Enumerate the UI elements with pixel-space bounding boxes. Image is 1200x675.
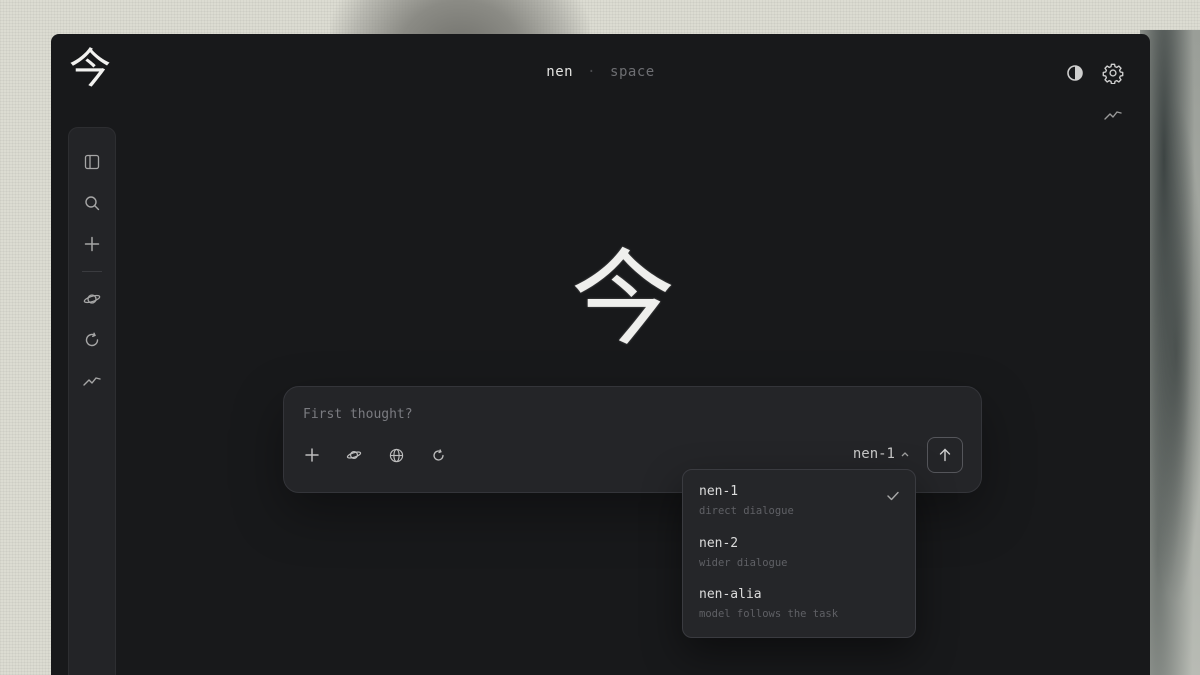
sidebar-toggle-icon[interactable] [78, 148, 106, 176]
model-option-desc: model follows the task [699, 608, 839, 620]
selected-model-label: nen-1 [852, 446, 895, 462]
arrow-up-icon [939, 448, 951, 462]
tab-nen[interactable]: nen [546, 64, 573, 80]
model-option-nen-1[interactable]: nen-1 direct dialogue [699, 484, 899, 536]
sidebar [68, 127, 116, 675]
mode-tabs: nen · space [51, 64, 1150, 80]
top-right-controls [1066, 62, 1124, 84]
check-icon [887, 486, 899, 505]
trend-icon[interactable] [78, 367, 106, 395]
sidebar-divider [82, 271, 102, 272]
hero-logo: 今 [571, 238, 676, 360]
model-option-desc: wider dialogue [699, 556, 788, 569]
model-option-nen-alia[interactable]: nen-alia model follows the task [699, 587, 899, 639]
tab-space[interactable]: space [610, 64, 655, 80]
model-option-nen-2[interactable]: nen-2 wider dialogue [699, 536, 899, 588]
gear-icon[interactable] [1102, 62, 1124, 84]
plus-icon[interactable] [302, 445, 322, 465]
model-selector[interactable]: nen-1 [853, 446, 909, 462]
plus-icon[interactable] [78, 230, 106, 258]
search-icon[interactable] [78, 189, 106, 217]
composer-tools [302, 445, 448, 465]
planet-icon[interactable] [78, 285, 106, 313]
model-option-name: nen-1 [699, 484, 739, 499]
model-option-desc: direct dialogue [699, 505, 794, 517]
model-option-name: nen-alia [699, 587, 762, 602]
model-option-name: nen-2 [699, 535, 739, 551]
model-menu: nen-1 direct dialogue nen-2 wider dialog… [682, 469, 916, 638]
app-window: 今 nen · space 今 First thought? nen-1 nen… [51, 34, 1150, 675]
trend-icon[interactable] [1104, 106, 1122, 125]
prompt-input[interactable] [303, 407, 803, 422]
tab-separator: · [587, 64, 597, 80]
refresh-icon[interactable] [78, 326, 106, 354]
refresh-icon[interactable] [428, 445, 448, 465]
send-button[interactable] [927, 437, 963, 473]
globe-icon[interactable] [386, 445, 406, 465]
chevron-up-icon [901, 449, 909, 460]
contrast-icon[interactable] [1066, 64, 1084, 82]
planet-icon[interactable] [344, 445, 364, 465]
